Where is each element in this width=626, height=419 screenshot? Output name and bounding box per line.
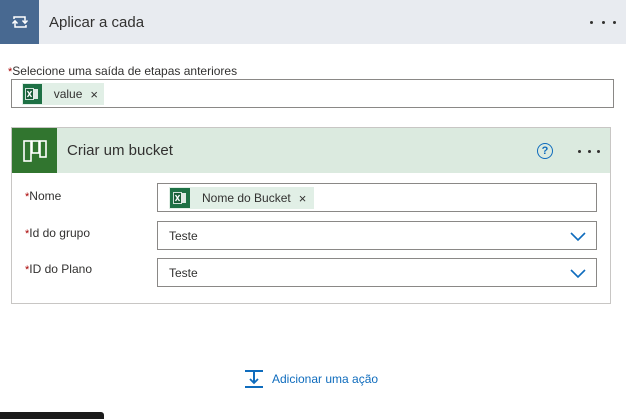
value-token-label: value bbox=[53, 87, 83, 101]
name-field-label: *Nome bbox=[25, 189, 61, 203]
bucket-name-token-label: Nome do Bucket bbox=[202, 191, 291, 205]
chevron-down-icon[interactable] bbox=[570, 230, 586, 242]
name-input[interactable]: Nome do Bucket × bbox=[157, 183, 597, 212]
value-token[interactable]: value × bbox=[22, 83, 104, 105]
add-action-button[interactable]: Adicionar uma ação bbox=[244, 369, 378, 389]
plan-id-label-text: ID do Plano bbox=[29, 262, 92, 276]
taskbar-fragment bbox=[0, 412, 104, 419]
select-output-label-text: Selecione uma saída de etapas anteriores bbox=[12, 64, 238, 78]
bucket-name-token[interactable]: Nome do Bucket × bbox=[169, 187, 314, 209]
chevron-down-icon[interactable] bbox=[570, 267, 586, 279]
select-output-label: *Selecione uma saída de etapas anteriore… bbox=[8, 64, 237, 78]
group-id-value: Teste bbox=[169, 229, 198, 243]
plan-id-value: Teste bbox=[169, 266, 198, 280]
create-bucket-card: Criar um bucket ? *Nome Nome do Bucket ×… bbox=[11, 127, 611, 304]
loop-icon bbox=[0, 0, 39, 44]
create-bucket-title: Criar um bucket bbox=[67, 142, 173, 159]
help-icon[interactable]: ? bbox=[537, 143, 553, 159]
remove-token-button[interactable]: × bbox=[90, 87, 98, 102]
group-id-field-label: *Id do grupo bbox=[25, 226, 90, 240]
group-id-label-text: Id do grupo bbox=[29, 226, 90, 240]
create-bucket-header[interactable]: Criar um bucket ? bbox=[12, 128, 610, 173]
add-action-label: Adicionar uma ação bbox=[272, 372, 379, 386]
excel-icon bbox=[170, 188, 190, 208]
apply-to-each-header[interactable]: Aplicar a cada bbox=[0, 0, 626, 44]
name-label-text: Nome bbox=[29, 189, 62, 203]
plan-id-select[interactable]: Teste bbox=[157, 258, 597, 287]
apply-to-each-title: Aplicar a cada bbox=[49, 13, 145, 31]
insert-step-icon bbox=[245, 370, 263, 388]
excel-icon bbox=[23, 84, 42, 104]
planner-icon bbox=[12, 128, 57, 173]
help-icon-glyph: ? bbox=[541, 145, 549, 157]
group-id-select[interactable]: Teste bbox=[157, 221, 597, 250]
more-dots-icon[interactable] bbox=[578, 142, 600, 160]
more-dots-icon[interactable] bbox=[590, 12, 616, 32]
plan-id-field-label: *ID do Plano bbox=[25, 262, 92, 276]
select-output-input[interactable]: value × bbox=[11, 79, 614, 108]
remove-token-button[interactable]: × bbox=[299, 191, 307, 206]
